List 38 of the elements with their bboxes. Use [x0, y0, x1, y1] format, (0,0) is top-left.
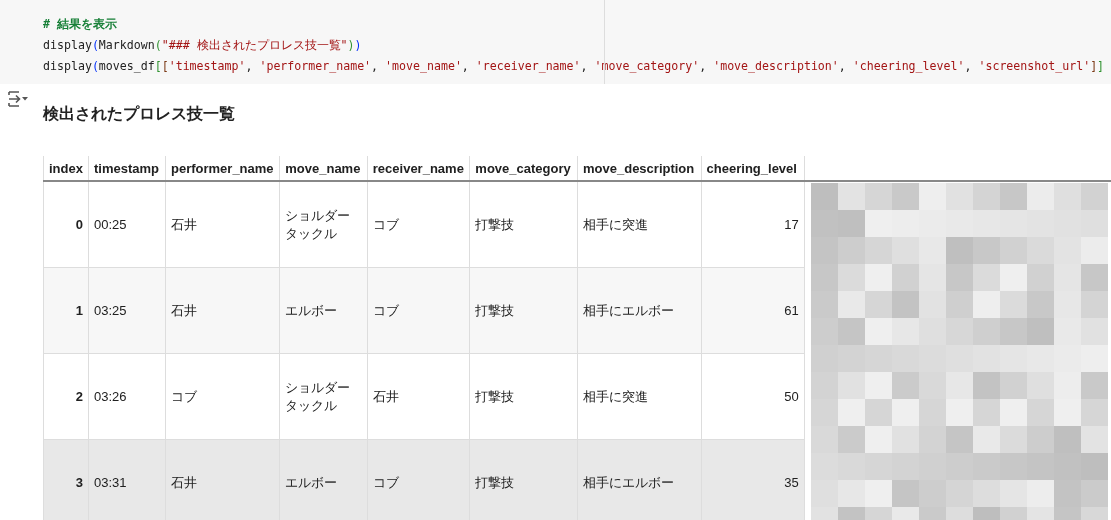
table-cell: 相手にエルボー — [577, 267, 702, 354]
table-cell: 61 — [701, 267, 805, 354]
table-cell: エルボー — [279, 439, 368, 520]
table-cell: 相手にエルボー — [577, 439, 702, 520]
table-cell: 03:25 — [88, 267, 166, 354]
row-index: 1 — [43, 267, 89, 354]
row-index: 2 — [43, 353, 89, 440]
table-cell: ショルダータックル — [279, 353, 368, 440]
code-line: display(moves_df[['timestamp', 'performer_name', 'move_name', 'receiver_name', 'move_category', 'move_description', 'cheering_level', 'screenshot_url']] — [43, 58, 1106, 75]
table-cell: 石井 — [367, 353, 470, 440]
code-line: # 結果を表示 — [43, 16, 118, 33]
table-cell: 打撃技 — [469, 439, 578, 520]
table-cell: コブ — [367, 181, 470, 268]
table-cell: 50 — [701, 353, 805, 440]
table-cell: 00:25 — [88, 181, 166, 268]
table-cell: コブ — [165, 353, 280, 440]
table-cell: 03:26 — [88, 353, 166, 440]
code-cell[interactable]: # 結果を表示 display(Markdown("### 検出されたプロレス技一覧")) display(moves_df[['timestamp', 'performer_name', 'move_name', 'receiver_name', 'move_category', 'move_description', 'cheering_level', 'screenshot_url']] — [0, 0, 1111, 84]
code-line: display(Markdown("### 検出されたプロレス技一覧")) — [43, 37, 363, 54]
table-cell: 03:31 — [88, 439, 166, 520]
table-cell: 打撃技 — [469, 267, 578, 354]
table-cell: 打撃技 — [469, 181, 578, 268]
row-index: 3 — [43, 439, 89, 520]
output-heading: 検出されたプロレス技一覧 — [43, 104, 236, 124]
row-index: 0 — [43, 181, 89, 268]
table-cell: ショルダータックル — [279, 181, 368, 268]
table-cell: エルボー — [279, 267, 368, 354]
table-cell: コブ — [367, 267, 470, 354]
table-cell: 石井 — [165, 439, 280, 520]
table-cell: 石井 — [165, 267, 280, 354]
table-cell: 17 — [701, 181, 805, 268]
table-cell: 石井 — [165, 181, 280, 268]
table-cell: 相手に突進 — [577, 353, 702, 440]
table-cell: 打撃技 — [469, 353, 578, 440]
table-cell: コブ — [367, 439, 470, 520]
table-cell: 35 — [701, 439, 805, 520]
table-cell: 相手に突進 — [577, 181, 702, 268]
output-toggle-icon[interactable] — [7, 90, 29, 108]
